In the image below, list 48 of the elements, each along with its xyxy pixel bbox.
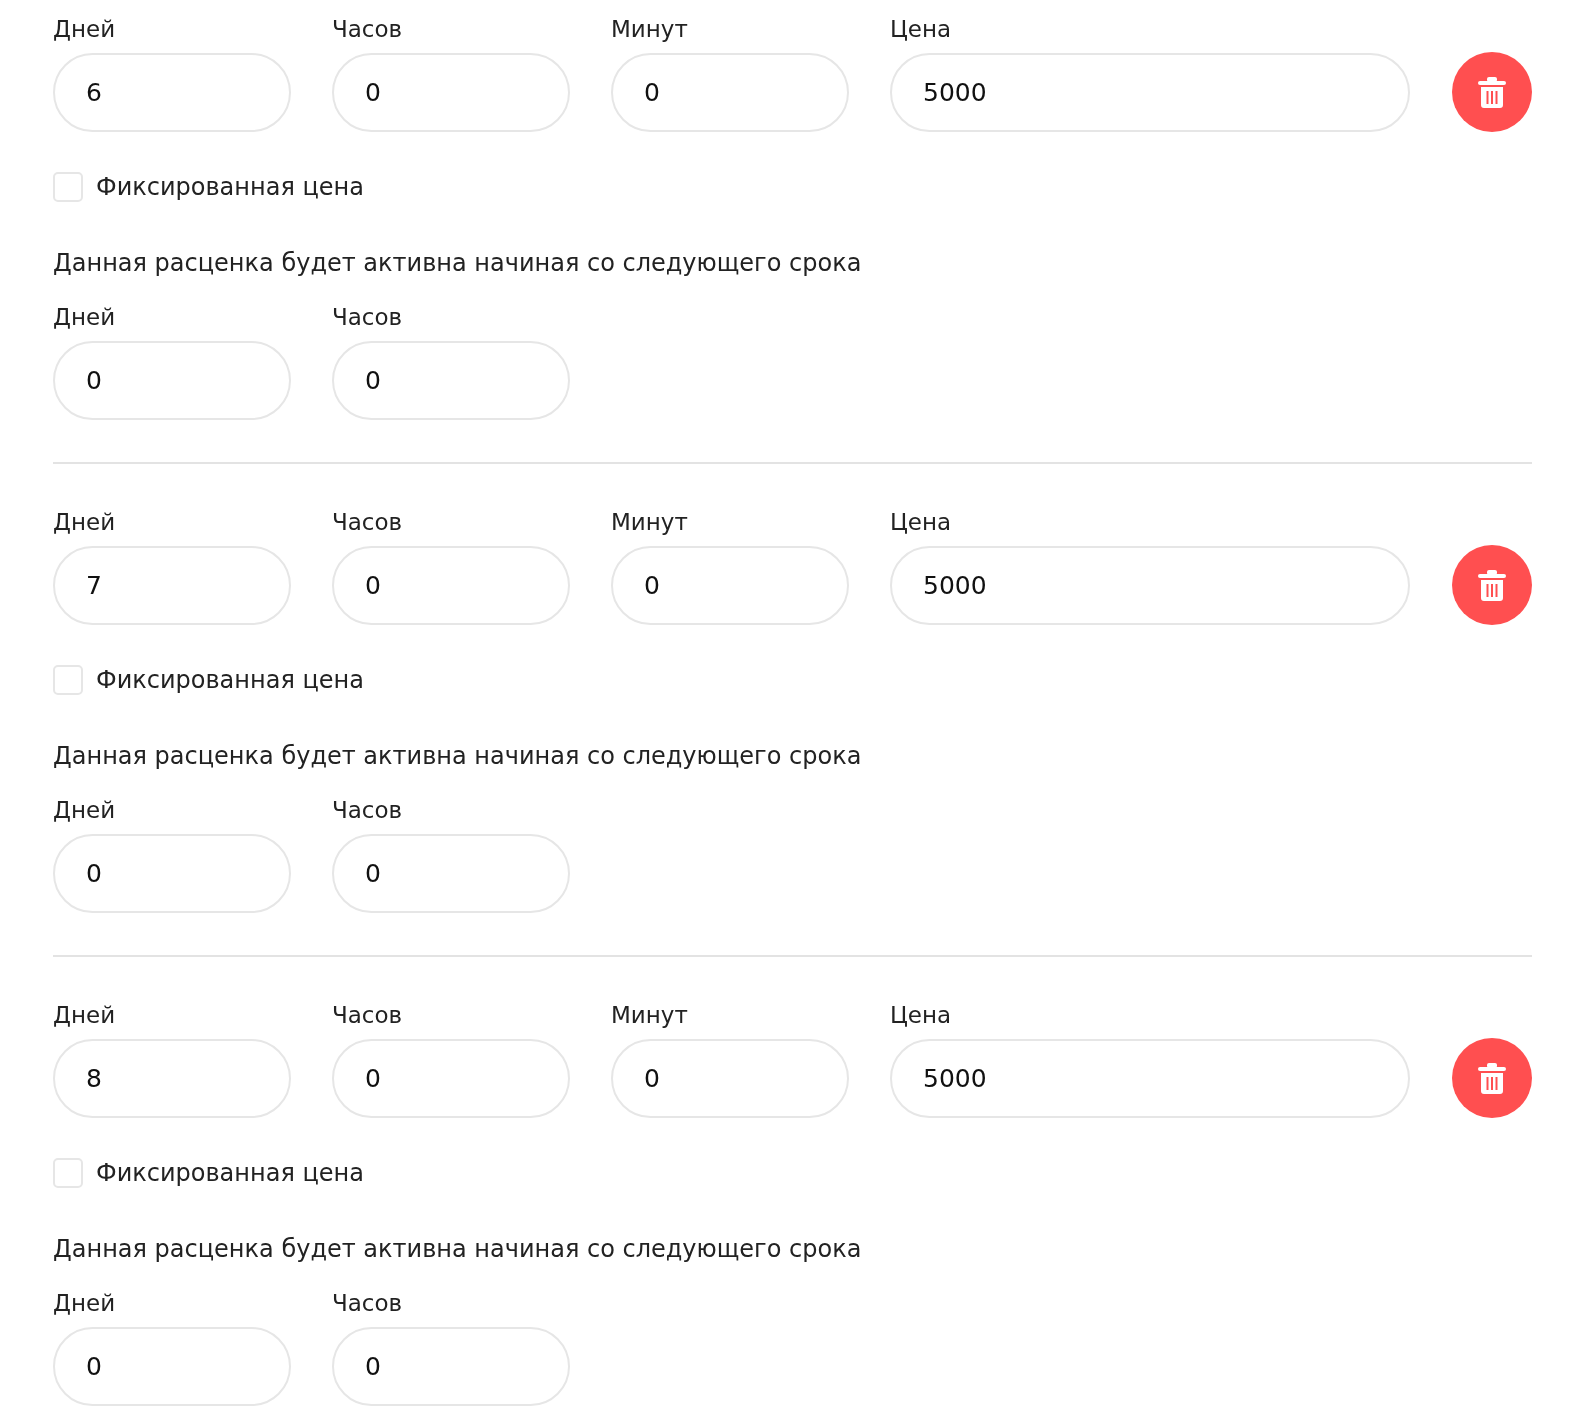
checkbox[interactable]	[53, 665, 83, 695]
field-label: Минут	[611, 508, 688, 537]
input-field[interactable]: 0	[332, 834, 570, 913]
field-label: Дней	[53, 796, 116, 825]
field-label: Дней	[53, 1001, 116, 1030]
input-field[interactable]: 5000	[890, 53, 1410, 132]
field-label: Цена	[890, 15, 952, 44]
input-field[interactable]: 0	[611, 53, 849, 132]
field-label: Дней	[53, 1289, 116, 1318]
note-text: Данная расценка будет активна начиная со следующего срока	[53, 248, 862, 278]
note-text: Данная расценка будет активна начиная со следующего срока	[53, 1234, 862, 1264]
field-label: Минут	[611, 15, 688, 44]
trash-icon	[1478, 76, 1506, 108]
field-label: Дней	[53, 303, 116, 332]
field-label: Часов	[332, 15, 403, 44]
checkbox-label: Фиксированная цена	[96, 172, 364, 202]
trash-icon	[1478, 1062, 1506, 1094]
input-field[interactable]: 0	[53, 1327, 291, 1406]
input-field[interactable]: 0	[611, 1039, 849, 1118]
field-label: Дней	[53, 508, 116, 537]
input-field[interactable]: 0	[332, 53, 570, 132]
field-label: Цена	[890, 508, 952, 537]
input-field[interactable]: 6	[53, 53, 291, 132]
checkbox-label: Фиксированная цена	[96, 665, 364, 695]
input-field[interactable]: 5000	[890, 546, 1410, 625]
field-label: Цена	[890, 1001, 952, 1030]
input-field[interactable]: 8	[53, 1039, 291, 1118]
checkbox-label: Фиксированная цена	[96, 1158, 364, 1188]
field-label: Минут	[611, 1001, 688, 1030]
input-field[interactable]: 0	[611, 546, 849, 625]
checkbox[interactable]	[53, 172, 83, 202]
field-label: Дней	[53, 15, 116, 44]
field-label: Часов	[332, 303, 403, 332]
input-field[interactable]: 5000	[890, 1039, 1410, 1118]
input-field[interactable]: 0	[332, 341, 570, 420]
input-field[interactable]: 7	[53, 546, 291, 625]
field-label: Часов	[332, 1001, 403, 1030]
input-field[interactable]: 0	[332, 546, 570, 625]
input-field[interactable]: 0	[332, 1327, 570, 1406]
input-field[interactable]: 0	[53, 341, 291, 420]
field-label: Часов	[332, 796, 403, 825]
trash-icon	[1478, 569, 1506, 601]
note-text: Данная расценка будет активна начиная со следующего срока	[53, 741, 862, 771]
field-label: Часов	[332, 508, 403, 537]
input-field[interactable]: 0	[53, 834, 291, 913]
input-field[interactable]: 0	[332, 1039, 570, 1118]
checkbox[interactable]	[53, 1158, 83, 1188]
field-label: Часов	[332, 1289, 403, 1318]
